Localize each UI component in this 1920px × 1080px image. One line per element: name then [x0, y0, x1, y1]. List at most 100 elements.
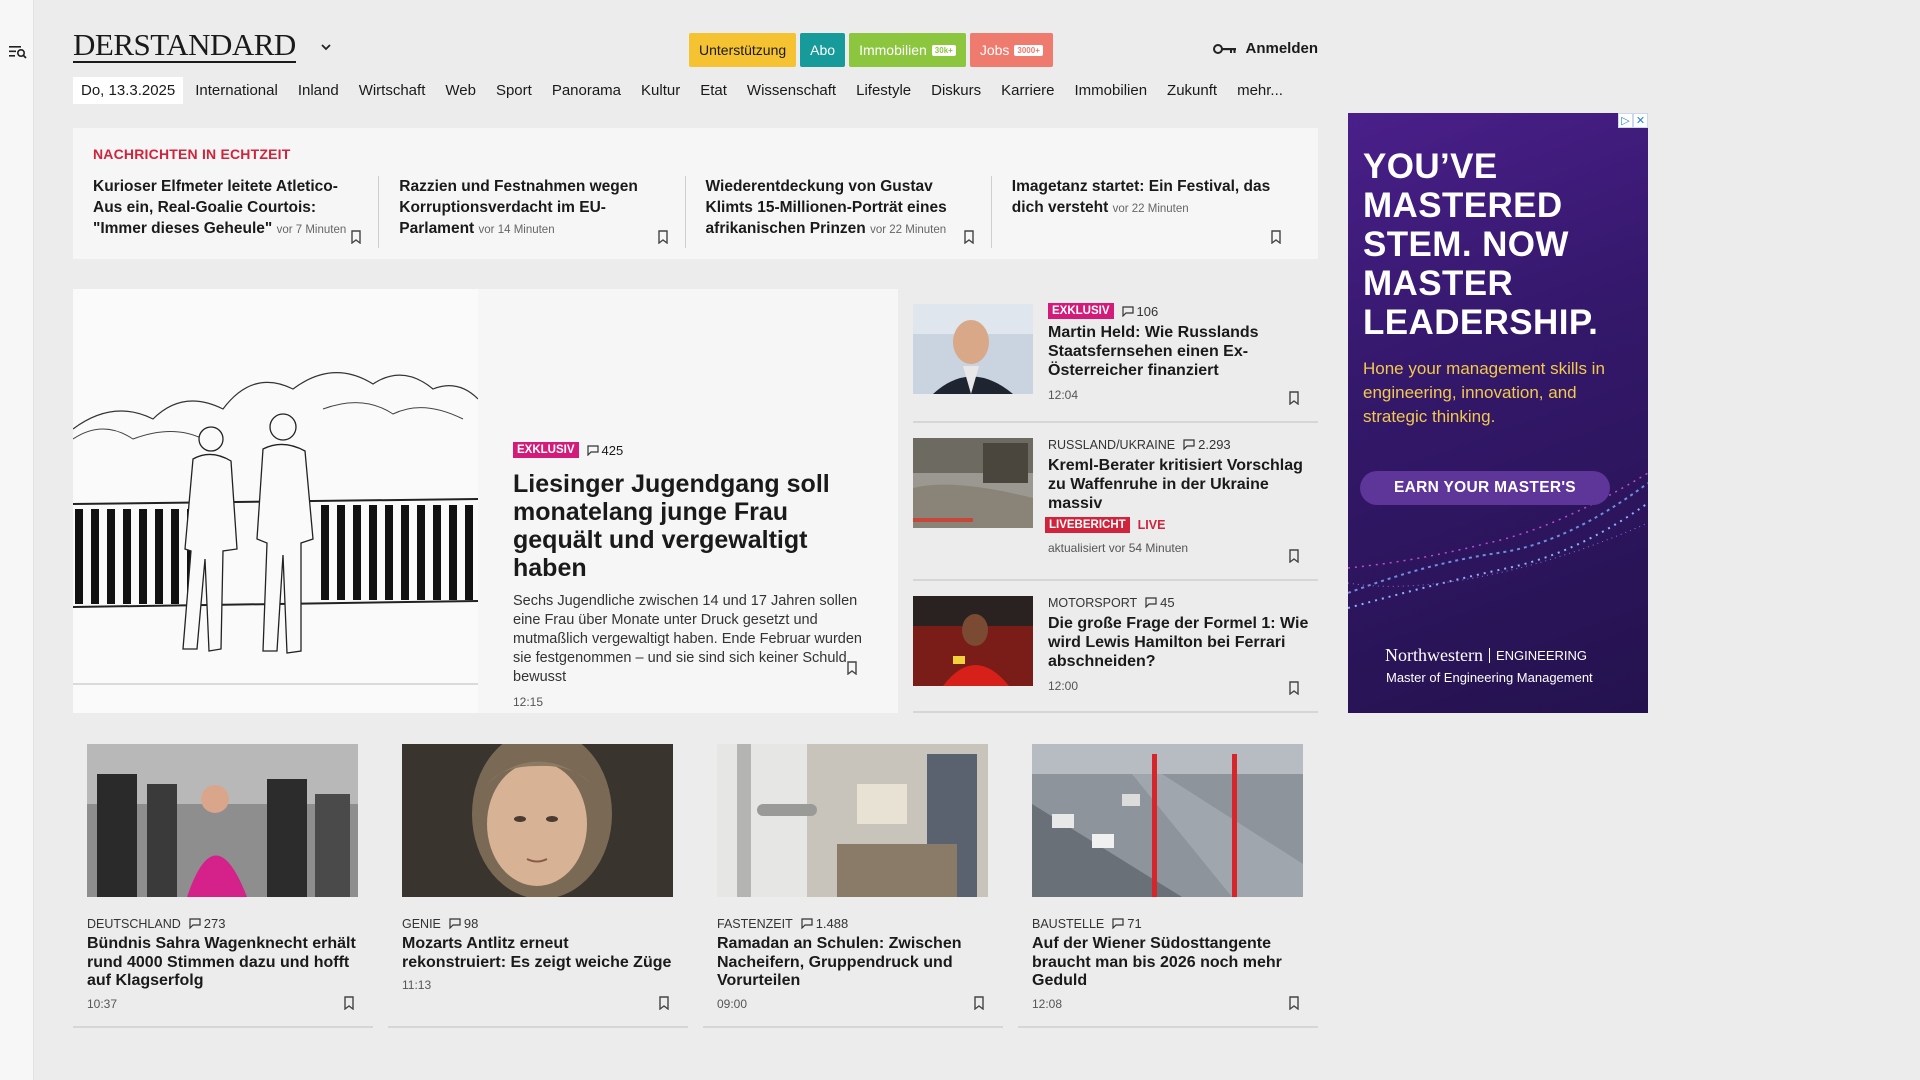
story-kicker: GENIE [402, 916, 441, 931]
nav-item-etat[interactable]: Etat [700, 82, 727, 99]
pill-count-badge: 3000+ [1014, 44, 1043, 56]
nav-item-wirtschaft[interactable]: Wirtschaft [359, 82, 426, 99]
lead-headline[interactable]: Liesinger Jugendgang soll monatelang jun… [513, 470, 873, 582]
nav-item-wissenschaft[interactable]: Wissenschaft [747, 82, 836, 99]
chevron-down-icon[interactable] [319, 40, 333, 54]
bookmark-icon[interactable] [343, 996, 355, 1010]
comment-count-value: 106 [1136, 303, 1159, 319]
pill-count-badge: 30k+ [931, 44, 956, 56]
story-grid: DEUTSCHLAND 273 Bündnis Sahra Wagenknech… [73, 729, 1318, 1028]
card-headline[interactable]: Bündnis Sahra Wagenknecht erhält rund 40… [87, 935, 359, 991]
bookmark-icon[interactable] [1288, 549, 1300, 563]
comment-count-value: 71 [1127, 916, 1142, 931]
nav-item-international[interactable]: International [195, 82, 278, 99]
comment-count[interactable]: 425 [586, 443, 623, 458]
bookmark-icon[interactable] [1288, 391, 1300, 405]
comment-count[interactable]: 2.293 [1183, 437, 1231, 452]
comment-icon [1112, 918, 1124, 929]
lead-story-illustration [73, 289, 478, 713]
story-timestamp: 12:00 [1048, 679, 1079, 693]
pill-jobs[interactable]: Jobs 3000+ [969, 33, 1053, 67]
comment-count[interactable]: 273 [189, 916, 226, 931]
ad-cta-button[interactable]: EARN YOUR MASTER'S [1360, 471, 1610, 505]
comment-icon [1145, 597, 1157, 608]
menu-search-icon[interactable] [9, 44, 27, 60]
ad-program-name: Master of Engineering Management [1386, 670, 1593, 685]
nav-item-web[interactable]: Web [445, 82, 476, 99]
ad-brand: Northwestern ENGINEERING [1385, 645, 1587, 666]
card-headline[interactable]: Ramadan an Schulen: Zwischen Nacheifern,… [717, 935, 989, 991]
live-label: LIVE [1137, 518, 1166, 532]
advertisement-banner[interactable]: ▷ ✕ YOU’VE MASTERED STEM. NOW MASTER LEA… [1348, 113, 1648, 713]
story-card[interactable]: BAUSTELLE 71 Auf der Wiener Südosttangen… [1018, 730, 1318, 1028]
ad-headline: YOU’VE MASTERED STEM. NOW MASTER LEADERS… [1363, 147, 1599, 342]
bookmark-icon[interactable] [846, 661, 858, 675]
comment-count-value: 1.488 [815, 916, 849, 931]
ticker-item[interactable]: Kurioser Elfmeter leitete Atletico-Aus e… [93, 176, 380, 248]
card-headline[interactable]: Mozarts Antlitz erneut rekonstruiert: Es… [402, 935, 674, 972]
bookmark-icon[interactable] [1288, 996, 1300, 1010]
pill-abo[interactable]: Abo [800, 33, 846, 67]
ticker-item[interactable]: Wiederentdeckung von Gustav Klimts 15-Mi… [706, 176, 992, 248]
bookmark-icon[interactable] [657, 230, 669, 244]
story-image [87, 744, 358, 897]
nav-item-diskurs[interactable]: Diskurs [931, 82, 981, 99]
comment-count[interactable]: 98 [449, 916, 478, 931]
bookmark-icon[interactable] [963, 230, 975, 244]
pill-unterstuetzung[interactable]: Unterstützung [689, 33, 797, 67]
side-headline[interactable]: Kreml-Berater kritisiert Vorschlag zu Wa… [1048, 456, 1318, 513]
live-indicator: LIVEBERICHT LIVE [1045, 517, 1318, 533]
nav-item-more[interactable]: mehr... [1237, 82, 1283, 99]
nav-item-zukunft[interactable]: Zukunft [1167, 82, 1217, 99]
side-headline[interactable]: Die große Frage der Formel 1: Wie wird L… [1048, 614, 1318, 671]
login-button[interactable]: Anmelden [1213, 40, 1318, 57]
story-image [402, 729, 673, 899]
comment-count[interactable]: 1.488 [801, 916, 849, 931]
bookmark-icon[interactable] [973, 996, 985, 1010]
lead-timestamp: 12:15 [513, 695, 544, 709]
bookmark-icon[interactable] [1270, 230, 1282, 244]
left-sidebar [0, 0, 34, 1080]
side-story[interactable]: MOTORSPORT 45 Die große Frage der Formel… [913, 581, 1318, 713]
pill-label: Immobilien [859, 42, 927, 58]
comment-count[interactable]: 45 [1145, 595, 1175, 610]
nav-item-lifestyle[interactable]: Lifestyle [856, 82, 911, 99]
comment-count[interactable]: 106 [1121, 303, 1159, 319]
nav-item-karriere[interactable]: Karriere [1001, 82, 1054, 99]
card-headline[interactable]: Auf der Wiener Südosttangente braucht ma… [1032, 935, 1304, 991]
lead-story[interactable]: EXKLUSIV 425 Liesinger Jugendgang soll m… [73, 289, 898, 713]
bookmark-icon[interactable] [1288, 681, 1300, 695]
side-story[interactable]: RUSSLAND/UKRAINE 2.293 Kreml-Berater kri… [913, 423, 1318, 581]
site-logo[interactable]: DERSTANDARD [73, 29, 296, 63]
liveticker-badge: LIVEBERICHT [1045, 517, 1130, 533]
ticker-title: NACHRICHTEN IN ECHTZEIT [93, 146, 291, 162]
bookmark-icon[interactable] [350, 230, 362, 244]
bookmark-icon[interactable] [658, 996, 670, 1010]
story-card[interactable]: GENIE 98 Mozarts Antlitz erneut rekonstr… [388, 729, 688, 1028]
comment-count-value: 98 [463, 916, 479, 931]
nav-item-panorama[interactable]: Panorama [552, 82, 621, 99]
story-card[interactable]: FASTENZEIT 1.488 Ramadan an Schulen: Zwi… [703, 730, 1003, 1028]
story-card[interactable]: DEUTSCHLAND 273 Bündnis Sahra Wagenknech… [73, 730, 373, 1028]
pill-label: Abo [810, 42, 836, 58]
ticker-item[interactable]: Razzien und Festnahmen wegen Korruptions… [399, 176, 686, 248]
side-headline[interactable]: Martin Held: Wie Russlands Staatsfernseh… [1048, 323, 1318, 380]
ad-subline: Hone your management skills in engineeri… [1363, 359, 1605, 426]
nav-item-kultur[interactable]: Kultur [641, 82, 680, 99]
nav-item-sport[interactable]: Sport [496, 82, 532, 99]
nav-item-inland[interactable]: Inland [298, 82, 339, 99]
ad-close-icon[interactable]: ✕ [1633, 113, 1648, 128]
comment-icon [1121, 305, 1134, 317]
nav-item-immobilien[interactable]: Immobilien [1075, 82, 1148, 99]
story-timestamp: 11:13 [402, 978, 432, 992]
pill-label: Unterstützung [699, 42, 787, 58]
comment-icon [189, 918, 201, 929]
pill-immobilien[interactable]: Immobilien 30k+ [849, 33, 966, 67]
exclusive-badge: EXKLUSIV [1048, 303, 1114, 319]
ad-info-icon[interactable]: ▷ [1618, 113, 1633, 128]
comment-count-value: 273 [203, 916, 226, 931]
comment-count[interactable]: 71 [1112, 916, 1142, 931]
ticker-item[interactable]: Imagetanz startet: Ein Festival, das dic… [1012, 176, 1298, 248]
side-story[interactable]: EXKLUSIV 106 Martin Held: Wie Russlands … [913, 289, 1318, 423]
ad-brand-name: Northwestern [1385, 645, 1483, 665]
